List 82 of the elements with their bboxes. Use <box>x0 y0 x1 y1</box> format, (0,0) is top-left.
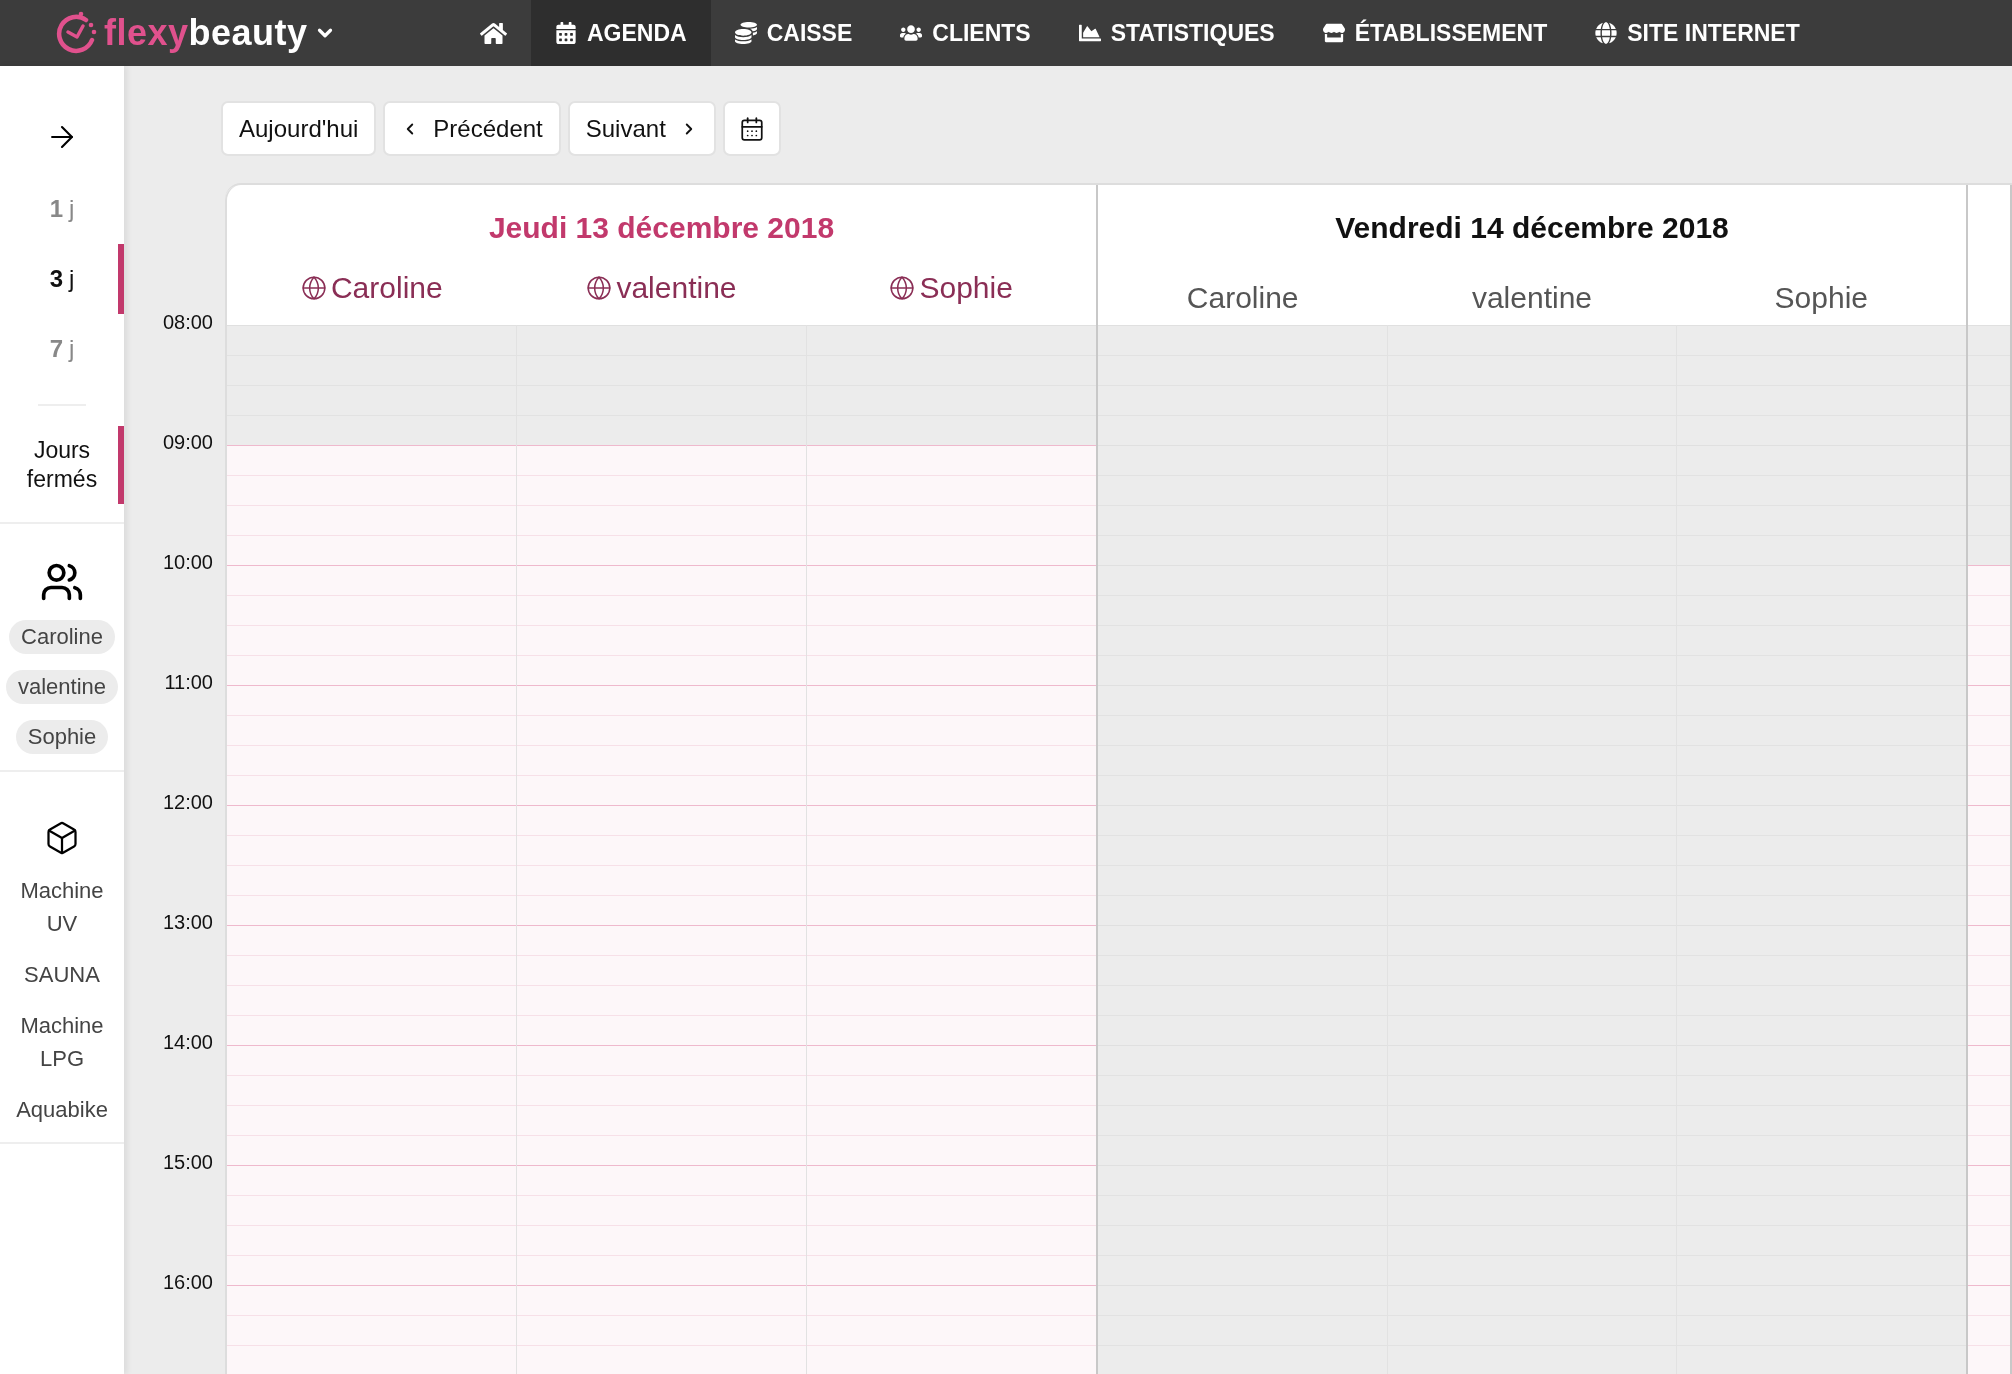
day-title: Jeudi 13 décembre 2018 <box>488 211 835 245</box>
staff-chip[interactable]: Sophie <box>15 720 109 754</box>
view-option[interactable]: 7 j <box>0 314 124 384</box>
time-slot[interactable] <box>807 685 1096 805</box>
time-label: 10:00 <box>161 551 214 575</box>
time-slot[interactable] <box>227 1045 516 1165</box>
time-slot[interactable] <box>1968 805 2010 925</box>
globe-icon <box>889 275 916 301</box>
resource-item[interactable]: Machine UV <box>0 874 124 940</box>
time-slot[interactable] <box>517 685 806 805</box>
time-label: 11:00 <box>163 671 214 695</box>
time-slot[interactable] <box>1968 1045 2010 1165</box>
time-slot[interactable] <box>1968 1165 2010 1285</box>
time-slot[interactable] <box>227 565 516 685</box>
time-label: 13:00 <box>161 911 214 935</box>
previous-button[interactable]: Précédent <box>383 101 561 156</box>
day-title: Vendredi 14 décembre 2018 <box>1335 211 1729 245</box>
next-button[interactable]: Suivant <box>567 101 716 156</box>
coins-icon <box>734 22 757 44</box>
time-slot[interactable] <box>227 445 516 565</box>
chart-icon <box>1078 22 1101 44</box>
nav-item[interactable]: CAISSE <box>710 0 877 66</box>
time-slot[interactable] <box>1968 685 2010 805</box>
view-option[interactable]: 1 j <box>0 174 124 244</box>
calendar-icon <box>738 115 765 142</box>
time-slot[interactable] <box>807 565 1096 685</box>
time-slot[interactable] <box>1968 1285 2010 1374</box>
time-slot[interactable] <box>517 1285 806 1374</box>
time-slot[interactable] <box>227 925 516 1045</box>
time-slot[interactable] <box>807 1165 1096 1285</box>
time-slot[interactable] <box>807 1285 1096 1374</box>
time-label: 16:00 <box>161 1271 214 1295</box>
staff-name: Caroline <box>330 271 443 305</box>
staff-name: Caroline <box>1186 281 1299 315</box>
time-label: 09:00 <box>161 431 214 455</box>
brand-name[interactable]: flexybeauty <box>104 12 308 54</box>
time-slot[interactable] <box>227 1285 516 1374</box>
resource-item[interactable]: SAUNA <box>18 958 106 991</box>
nav-item[interactable]: ÉTABLISSEMENT <box>1298 0 1572 66</box>
staff-name: Sophie <box>919 271 1013 305</box>
shop-icon <box>1322 22 1345 44</box>
nav-item[interactable]: AGENDA <box>531 0 711 66</box>
view-option[interactable]: 3 j <box>0 244 124 314</box>
time-slot[interactable] <box>807 1045 1096 1165</box>
time-slot[interactable] <box>517 445 806 565</box>
staff-name: valentine <box>616 271 737 305</box>
date-picker-button[interactable] <box>722 101 781 156</box>
time-slot[interactable] <box>807 805 1096 925</box>
staff-chip[interactable]: valentine <box>5 670 119 704</box>
cube-icon <box>44 820 80 856</box>
time-slot[interactable] <box>1968 565 2010 685</box>
closed-days-option[interactable]: Jours fermés <box>0 426 124 504</box>
resource-item[interactable]: Machine LPG <box>0 1009 124 1075</box>
calendar-icon <box>555 22 577 44</box>
time-slot[interactable] <box>517 565 806 685</box>
time-slot[interactable] <box>227 1165 516 1285</box>
time-label: 14:00 <box>161 1031 214 1055</box>
staff-chip[interactable]: Caroline <box>9 620 115 654</box>
time-slot[interactable] <box>1968 925 2010 1045</box>
time-slot[interactable] <box>227 685 516 805</box>
staff-name: valentine <box>1471 281 1593 315</box>
globe-icon <box>586 275 613 301</box>
time-label: 15:00 <box>161 1151 214 1175</box>
time-slot[interactable] <box>517 1045 806 1165</box>
clock-logo-icon <box>56 10 98 56</box>
time-slot[interactable] <box>807 925 1096 1045</box>
time-slot[interactable] <box>517 805 806 925</box>
time-slot[interactable] <box>807 445 1096 565</box>
time-slot[interactable] <box>227 805 516 925</box>
today-button[interactable]: Aujourd'hui <box>221 101 377 156</box>
time-slot[interactable] <box>517 1165 806 1285</box>
nav-item[interactable]: STATISTIQUES <box>1054 0 1299 66</box>
time-slot[interactable] <box>517 925 806 1045</box>
globe-icon <box>300 275 327 301</box>
resource-item[interactable]: Aquabike <box>10 1093 114 1126</box>
time-label: 12:00 <box>161 791 214 815</box>
nav-item[interactable]: CLIENTS <box>876 0 1055 66</box>
time-label: 08:00 <box>161 311 214 335</box>
staff-name: Sophie <box>1774 281 1869 315</box>
globe-icon <box>1595 22 1618 44</box>
nav-item[interactable]: SITE INTERNET <box>1571 0 1824 66</box>
users-icon <box>900 22 923 44</box>
